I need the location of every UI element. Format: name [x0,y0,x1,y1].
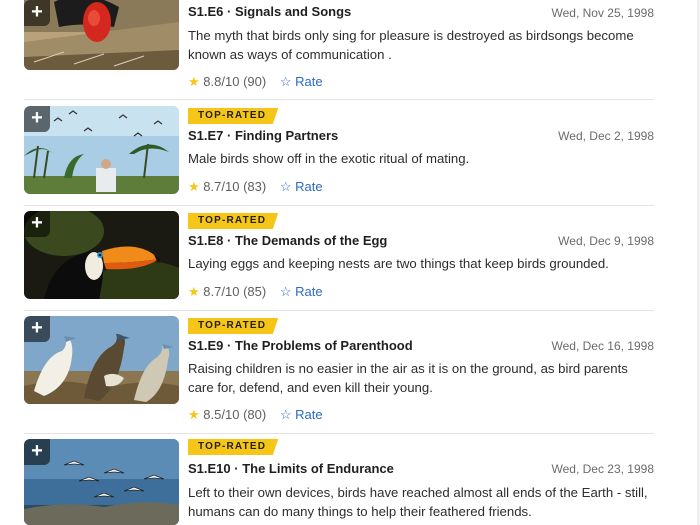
episode-description: Laying eggs and keeping nests are two th… [188,256,609,271]
episode-title[interactable]: S1.E10 · The Limits of Endurance [188,461,394,476]
episode-title[interactable]: S1.E8 · The Demands of the Egg [188,233,387,248]
star-icon: ★ [188,407,200,422]
episode-title[interactable]: S1.E7 · Finding Partners [188,128,338,143]
rating-votes: (80) [243,407,267,422]
episode-title[interactable]: S1.E9 · The Problems of Parenthood [188,338,413,353]
star-outline-icon: ☆ [279,284,292,299]
top-rated-badge: TOP-RATED [188,318,279,334]
star-icon: ★ [188,74,200,89]
rate-button[interactable]: ☆ Rate [280,74,323,89]
episode-thumbnail[interactable]: + [24,439,179,525]
episode-rating: ★ 8.8/10 (90) ☆ Rate [188,74,323,90]
star-outline-icon: ☆ [279,179,292,194]
rate-button[interactable]: ☆ Rate [280,179,323,194]
divider [24,433,654,434]
top-rated-badge: TOP-RATED [188,213,279,229]
divider [24,99,654,100]
star-outline-icon: ☆ [279,407,292,422]
rating-value: 8.8/10 [203,74,240,89]
episode-thumbnail[interactable]: + [24,316,179,404]
rating-votes: (85) [243,284,267,299]
episode-rating: ★ 8.5/10 (80) ☆ Rate [188,407,323,423]
rating-value: 8.5/10 [203,407,240,422]
add-to-watchlist-plus-icon[interactable]: + [24,211,50,237]
episode-description: Left to their own devices, birds have re… [188,485,648,519]
episode-description: The myth that birds only sing for pleasu… [188,28,634,62]
rating-votes: (83) [243,179,267,194]
divider [24,205,654,206]
episode-rating: ★ 8.7/10 (83) ☆ Rate [188,179,323,195]
top-rated-badge: TOP-RATED [188,439,279,455]
episode-air-date: Wed, Dec 23, 1998 [551,462,654,476]
episode-description: Male birds show off in the exotic ritual… [188,151,470,166]
episode-thumbnail[interactable]: + [24,106,179,194]
divider [24,310,654,311]
star-icon: ★ [188,179,200,194]
episode-air-date: Wed, Nov 25, 1998 [551,6,654,20]
add-to-watchlist-plus-icon[interactable]: + [24,0,50,26]
star-icon: ★ [188,284,200,299]
rating-value: 8.7/10 [203,284,240,299]
add-to-watchlist-plus-icon[interactable]: + [24,316,50,342]
add-to-watchlist-plus-icon[interactable]: + [24,106,50,132]
episode-air-date: Wed, Dec 16, 1998 [551,339,654,353]
episode-rating: ★ 8.7/10 (85) ☆ Rate [188,284,323,300]
top-rated-badge: TOP-RATED [188,108,279,124]
add-to-watchlist-plus-icon[interactable]: + [24,439,50,465]
episode-air-date: Wed, Dec 9, 1998 [558,234,654,248]
star-outline-icon: ☆ [279,74,292,89]
rate-button[interactable]: ☆ Rate [280,284,323,299]
rate-button[interactable]: ☆ Rate [280,407,323,422]
episode-description: Raising children is no easier in the air… [188,361,628,395]
rating-value: 8.7/10 [203,179,240,194]
rating-votes: (90) [243,74,267,89]
episode-title[interactable]: S1.E6 · Signals and Songs [188,4,351,19]
episode-thumbnail[interactable]: + [24,211,179,299]
episode-thumbnail[interactable]: + [24,0,179,70]
episode-air-date: Wed, Dec 2, 1998 [558,129,654,143]
